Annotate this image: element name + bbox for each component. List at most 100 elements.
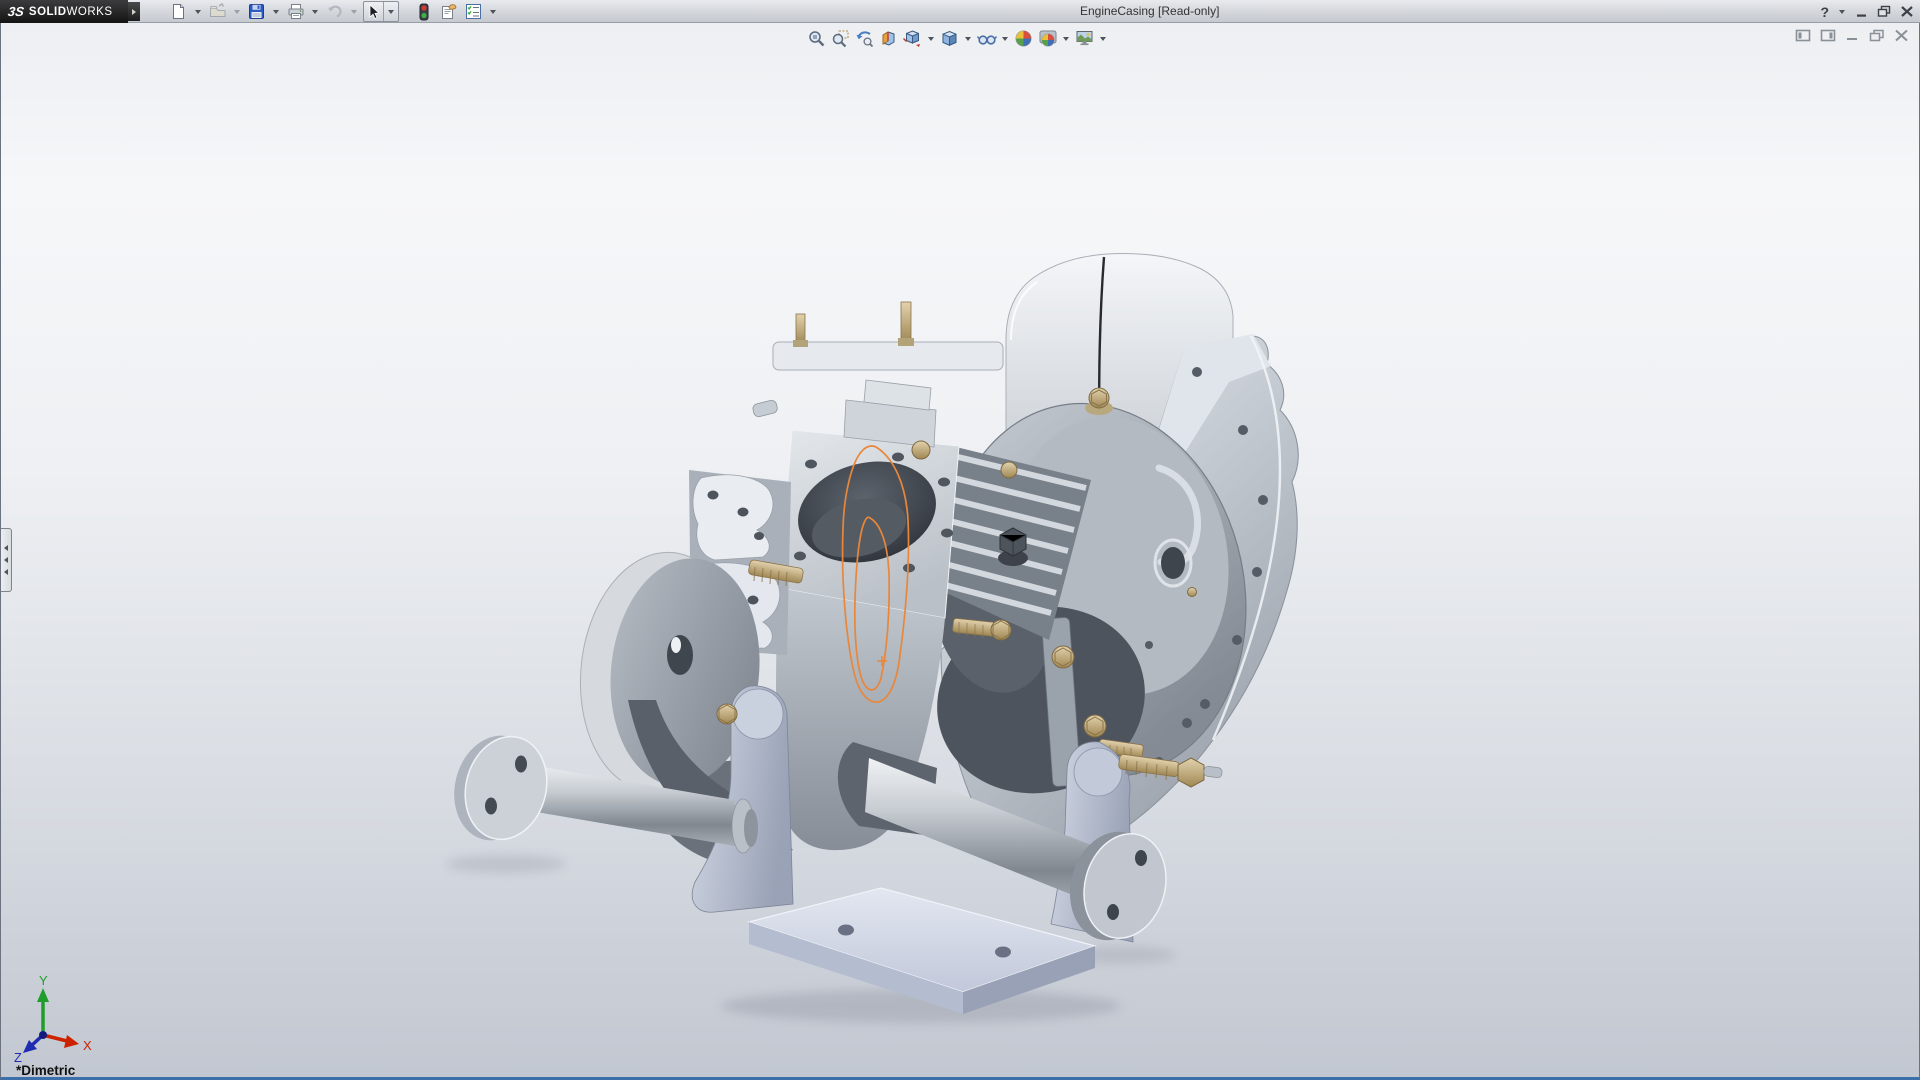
view-orientation-icon [903, 29, 922, 48]
collapse-arrow-icon [4, 557, 8, 563]
view-settings-dropdown[interactable] [1100, 37, 1106, 41]
left-flange-shadow [446, 855, 566, 873]
print-button[interactable] [285, 2, 306, 22]
zoom-to-area-icon [831, 29, 850, 48]
open-document-dropdown[interactable] [234, 10, 240, 14]
reference-triad: Y X Z [14, 973, 92, 1065]
help-dropdown[interactable] [1839, 10, 1845, 14]
select-cursor-icon [366, 4, 381, 20]
apply-scene-dropdown[interactable] [1063, 37, 1069, 41]
engine-casing-model[interactable]: Y X Z [1, 23, 1920, 1080]
window-title: EngineCasing [Read-only] [1080, 4, 1219, 18]
edit-appearance-button[interactable] [1013, 28, 1034, 49]
save-icon [248, 3, 265, 20]
flange-hole [485, 798, 497, 815]
rebuild-button[interactable] [413, 2, 434, 22]
select-tool-button[interactable] [364, 2, 383, 21]
expand-arrow-icon [132, 9, 136, 15]
doc-restore-button[interactable] [1869, 29, 1885, 42]
save-button[interactable] [246, 2, 267, 22]
dowel-pin [752, 399, 778, 417]
stud-bolt[interactable] [901, 302, 911, 342]
stud-bolt[interactable] [796, 314, 805, 344]
close-button[interactable] [1900, 5, 1914, 18]
select-tool-dropdown[interactable] [383, 2, 398, 21]
open-document-button[interactable] [207, 2, 228, 22]
undo-dropdown[interactable] [351, 10, 357, 14]
model-group[interactable]: Y X Z [14, 254, 1298, 1065]
featuremanager-collapse-tab[interactable] [1, 528, 12, 592]
previous-view-button[interactable] [854, 28, 875, 49]
zoom-to-fit-button[interactable] [806, 28, 827, 49]
new-document-button[interactable] [168, 2, 189, 22]
flange-hole [515, 756, 527, 773]
print-icon [287, 3, 305, 20]
rebuild-traffic-light-icon [418, 3, 430, 21]
options-dropdown[interactable] [490, 10, 496, 14]
minimize-button[interactable] [1855, 6, 1869, 18]
new-document-dropdown[interactable] [195, 10, 201, 14]
base-hole [838, 925, 854, 936]
hub-hole [1161, 547, 1185, 579]
doc-close-button[interactable] [1894, 29, 1909, 42]
doc-minimize-button[interactable] [1845, 29, 1860, 42]
base-hole [995, 947, 1011, 958]
solidworks-logo-text: SOLIDWORKS [29, 6, 113, 18]
display-style-button[interactable] [939, 28, 960, 49]
help-button[interactable]: ? [1820, 4, 1829, 20]
collapse-arrow-icon [4, 545, 8, 551]
view-settings-button[interactable] [1074, 28, 1095, 49]
apply-scene-button[interactable] [1037, 28, 1058, 49]
display-style-dropdown[interactable] [965, 37, 971, 41]
collapse-arrow-icon [4, 569, 8, 575]
undo-button[interactable] [324, 2, 345, 22]
flange-hole [1107, 904, 1119, 920]
open-document-icon [209, 3, 227, 20]
file-properties-icon [440, 3, 458, 20]
window-controls: ? [1820, 1, 1914, 22]
clevis-bolt[interactable] [717, 704, 737, 724]
apply-scene-icon [1038, 29, 1058, 48]
hide-show-items-dropdown[interactable] [1002, 37, 1008, 41]
undo-icon [326, 3, 344, 20]
section-view-button[interactable] [878, 28, 899, 49]
heads-up-view-toolbar [806, 28, 1108, 49]
standard-toolbar [168, 1, 498, 22]
options-icon [465, 3, 482, 20]
hide-show-items-icon [977, 29, 997, 48]
flange-hole [1135, 850, 1147, 866]
edit-appearance-icon [1014, 29, 1033, 48]
zoom-to-area-button[interactable] [830, 28, 851, 49]
view-settings-icon [1075, 29, 1095, 48]
graphics-viewport[interactable]: Y X Z *Dimetric [0, 23, 1920, 1080]
previous-view-icon [855, 29, 874, 48]
solidworks-logo: 3S SOLIDWORKS [0, 0, 128, 23]
print-dropdown[interactable] [312, 10, 318, 14]
file-properties-button[interactable] [438, 2, 459, 22]
hex-bolt[interactable] [1001, 462, 1017, 478]
new-document-icon [170, 3, 187, 20]
triad-y-label: Y [39, 973, 48, 988]
hex-bolt[interactable] [912, 441, 930, 459]
view-orientation-dropdown[interactable] [928, 37, 934, 41]
pane-right-icon[interactable] [1820, 29, 1836, 42]
menu-expand-tab[interactable] [128, 2, 140, 21]
hex-bolt[interactable] [1084, 715, 1106, 737]
select-tool-group [363, 1, 399, 22]
solidworks-logo-mark: 3S [7, 4, 25, 19]
hex-bolt-dark[interactable] [998, 528, 1028, 566]
document-window-controls [1795, 29, 1909, 42]
view-orientation-button[interactable] [902, 28, 923, 49]
zoom-to-fit-icon [807, 29, 826, 48]
triad-x-label: X [83, 1038, 92, 1053]
section-view-icon [879, 29, 898, 48]
hex-bolt[interactable] [1052, 646, 1074, 668]
options-button[interactable] [463, 2, 484, 22]
save-dropdown[interactable] [273, 10, 279, 14]
restore-button[interactable] [1877, 5, 1892, 18]
title-bar: 3S SOLIDWORKS [0, 0, 1920, 23]
view-orientation-label: *Dimetric [16, 1063, 75, 1078]
pane-left-icon[interactable] [1795, 29, 1811, 42]
display-style-icon [940, 29, 959, 48]
hide-show-items-button[interactable] [976, 28, 997, 49]
